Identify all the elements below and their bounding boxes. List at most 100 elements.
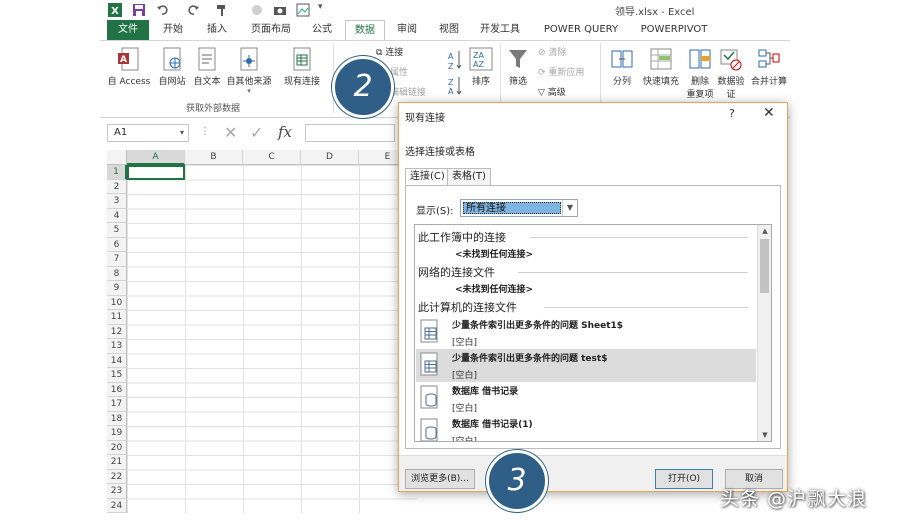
connection-name: 数据库 借书记录 xyxy=(452,387,519,397)
active-cell[interactable] xyxy=(127,165,185,180)
show-select[interactable]: 所有连接 ▼ xyxy=(460,199,578,217)
remove-duplicates-button[interactable]: 删除 重复项 xyxy=(686,47,714,100)
from-web-button[interactable]: 自网站 xyxy=(155,47,189,87)
row-header[interactable]: 3 xyxy=(107,194,127,209)
row-header[interactable]: 13 xyxy=(107,339,127,354)
data-validation-button[interactable]: 数据验 证 xyxy=(716,47,746,100)
clear-filter-button[interactable]: ⊘ 清除 xyxy=(538,45,566,58)
tab-review[interactable]: 审阅 xyxy=(392,20,422,40)
row-header[interactable]: 21 xyxy=(107,455,127,470)
tab-tables[interactable]: 表格(T) xyxy=(447,168,491,185)
scroll-down-icon[interactable]: ▼ xyxy=(758,429,771,441)
edit-links-button[interactable]: 编辑链接 xyxy=(390,85,426,98)
flash-fill-button[interactable]: 快速填充 xyxy=(640,47,682,87)
cell-area[interactable] xyxy=(127,165,417,513)
row-header[interactable]: 19 xyxy=(107,426,127,441)
formula-input[interactable] xyxy=(305,124,395,142)
tab-file[interactable]: 文件 xyxy=(107,20,149,40)
sort-button[interactable]: ZA AZ 排序 xyxy=(468,47,494,87)
row-header[interactable]: 17 xyxy=(107,397,127,412)
existing-connections-button[interactable]: 现有连接 xyxy=(280,47,324,87)
from-text-button[interactable]: 自文本 xyxy=(190,47,224,87)
tab-home[interactable]: 开始 xyxy=(156,20,190,40)
row-header[interactable]: 23 xyxy=(107,484,127,499)
consolidate-button[interactable]: 合并计算 xyxy=(748,47,790,87)
text-to-columns-button[interactable]: 分列 xyxy=(608,47,636,87)
reapply-button[interactable]: ⟳ 重新应用 xyxy=(538,65,584,78)
section-workbook: 此工作簿中的连接 xyxy=(418,229,748,245)
tab-power-query[interactable]: POWER QUERY xyxy=(540,20,622,40)
tab-connections[interactable]: 连接(C) xyxy=(405,168,450,186)
cancel-icon[interactable]: ✕ xyxy=(224,123,237,142)
list-item[interactable]: 少量条件索引出更多条件的问题 Sheet1$ [空白] xyxy=(416,316,756,349)
row-header[interactable]: 8 xyxy=(107,266,127,281)
column-header[interactable]: D xyxy=(301,150,359,165)
svg-text:A: A xyxy=(120,55,127,65)
connections-button[interactable]: ⧉ 连接 xyxy=(376,45,403,58)
scroll-thumb[interactable] xyxy=(760,239,769,293)
advanced-filter-label: 高级 xyxy=(547,88,566,98)
row-header[interactable]: 10 xyxy=(107,295,127,310)
camera-icon[interactable] xyxy=(273,3,287,17)
row-header[interactable]: 1 xyxy=(107,165,127,180)
close-icon[interactable]: ✕ xyxy=(763,105,775,121)
row-header[interactable]: 16 xyxy=(107,382,127,397)
tab-formulas[interactable]: 公式 xyxy=(306,20,338,40)
row-header[interactable]: 18 xyxy=(107,411,127,426)
properties-button[interactable]: 属性 xyxy=(390,65,408,78)
enter-icon[interactable]: ✓ xyxy=(250,123,263,142)
chevron-down-icon: ▼ xyxy=(562,200,577,216)
row-header[interactable]: 11 xyxy=(107,310,127,325)
row-header[interactable]: 7 xyxy=(107,252,127,267)
redo-icon[interactable] xyxy=(186,3,200,17)
row-header[interactable]: 14 xyxy=(107,353,127,368)
row-header[interactable]: 4 xyxy=(107,208,127,223)
row-header[interactable]: 20 xyxy=(107,440,127,455)
filter-button[interactable]: 筛选 xyxy=(504,47,532,87)
advanced-filter-button[interactable]: ▽ 高级 xyxy=(538,85,566,98)
tab-powerpivot[interactable]: POWERPIVOT xyxy=(635,20,713,40)
list-item[interactable]: 少量条件索引出更多条件的问题 test$ [空白] xyxy=(416,349,756,382)
select-all-corner[interactable] xyxy=(107,150,127,165)
insert-function-icon[interactable]: fx xyxy=(278,123,292,141)
column-header[interactable]: A xyxy=(127,150,185,165)
save-icon[interactable] xyxy=(132,3,146,17)
tab-page-layout[interactable]: 页面布局 xyxy=(244,20,298,40)
open-button[interactable]: 打开(O) xyxy=(655,469,713,489)
dialog-prompt: 选择连接或表格 xyxy=(405,147,475,158)
row-header[interactable]: 22 xyxy=(107,469,127,484)
qat-customize-icon[interactable]: ▾ xyxy=(318,2,323,12)
row-header[interactable]: 12 xyxy=(107,324,127,339)
from-access-button[interactable]: A 自 Access xyxy=(106,47,152,87)
picture-icon[interactable] xyxy=(296,3,310,17)
show-label: 显示(S): xyxy=(416,206,454,217)
tab-insert[interactable]: 插入 xyxy=(200,20,234,40)
connection-name: 少量条件索引出更多条件的问题 test$ xyxy=(452,354,608,364)
text-file-icon xyxy=(198,47,216,71)
row-header[interactable]: 24 xyxy=(107,498,127,513)
row-header[interactable]: 5 xyxy=(107,223,127,238)
from-other-sources-button[interactable]: 自其他来源 ▾ xyxy=(224,47,274,95)
row-header[interactable]: 6 xyxy=(107,237,127,252)
tab-view[interactable]: 视图 xyxy=(434,20,464,40)
column-header[interactable]: C xyxy=(243,150,301,165)
tab-developer[interactable]: 开发工具 xyxy=(475,20,525,40)
format-painter-icon[interactable] xyxy=(215,3,229,17)
scroll-up-icon[interactable]: ▲ xyxy=(758,225,771,237)
circle-icon[interactable] xyxy=(250,3,264,17)
row-header[interactable]: 15 xyxy=(107,368,127,383)
sort-az-button[interactable]: AZZA xyxy=(444,47,466,98)
name-box[interactable]: A1 ▾ xyxy=(107,124,189,142)
connections-list[interactable]: 此工作簿中的连接 <未找到任何连接> 网络的连接文件 <未找到任何连接> 此计算… xyxy=(414,224,772,442)
browse-more-button[interactable]: 浏览更多(B)... xyxy=(405,469,475,489)
connection-desc: [空白] xyxy=(452,338,478,348)
list-scrollbar[interactable]: ▲ ▼ xyxy=(757,225,771,441)
list-item[interactable]: 数据库 借书记录(1) [空白] xyxy=(416,415,756,441)
undo-icon[interactable] xyxy=(156,3,170,17)
help-icon[interactable]: ? xyxy=(729,107,735,120)
row-header[interactable]: 2 xyxy=(107,179,127,194)
column-header[interactable]: B xyxy=(185,150,243,165)
row-header[interactable]: 9 xyxy=(107,281,127,296)
list-item[interactable]: 数据库 借书记录 [空白] xyxy=(416,382,756,415)
tab-data[interactable]: 数据 xyxy=(345,20,385,40)
